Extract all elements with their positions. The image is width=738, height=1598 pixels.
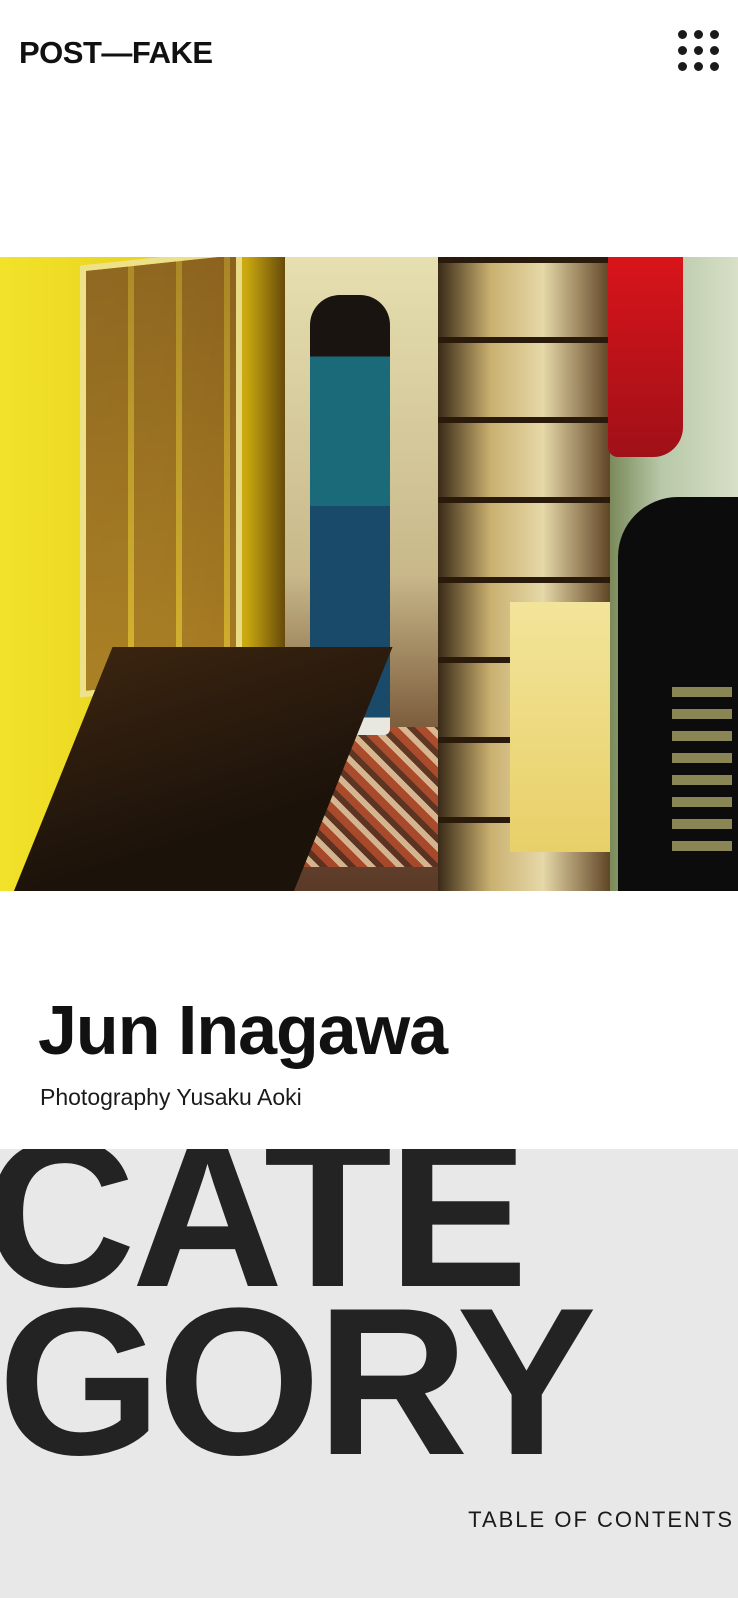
menu-dot-icon [694, 62, 703, 71]
menu-dot-icon [678, 46, 687, 55]
grid-menu-button[interactable] [674, 28, 722, 76]
article-title[interactable]: Jun Inagawa [38, 995, 448, 1065]
menu-dot-icon [678, 62, 687, 71]
photo-red-shirt [608, 257, 683, 457]
site-logo[interactable]: POST—FAKE [19, 34, 213, 72]
hero-photo[interactable] [0, 257, 738, 891]
menu-dot-icon [694, 30, 703, 39]
photo-box [510, 602, 620, 852]
menu-dot-icon [678, 30, 687, 39]
menu-dot-icon [710, 30, 719, 39]
photo-shirt-print [672, 687, 732, 857]
category-section: CATE GORY TABLE OF CONTENTS [0, 1149, 738, 1598]
article-credit: Photography Yusaku Aoki [40, 1084, 302, 1110]
menu-dot-icon [710, 62, 719, 71]
menu-dot-icon [694, 46, 703, 55]
table-of-contents-link[interactable]: TABLE OF CONTENTS [468, 1507, 734, 1533]
menu-dot-icon [710, 46, 719, 55]
photo-picture-frames [80, 257, 242, 698]
category-heading-line2: GORY [0, 1264, 597, 1499]
site-header: POST—FAKE [0, 0, 738, 110]
